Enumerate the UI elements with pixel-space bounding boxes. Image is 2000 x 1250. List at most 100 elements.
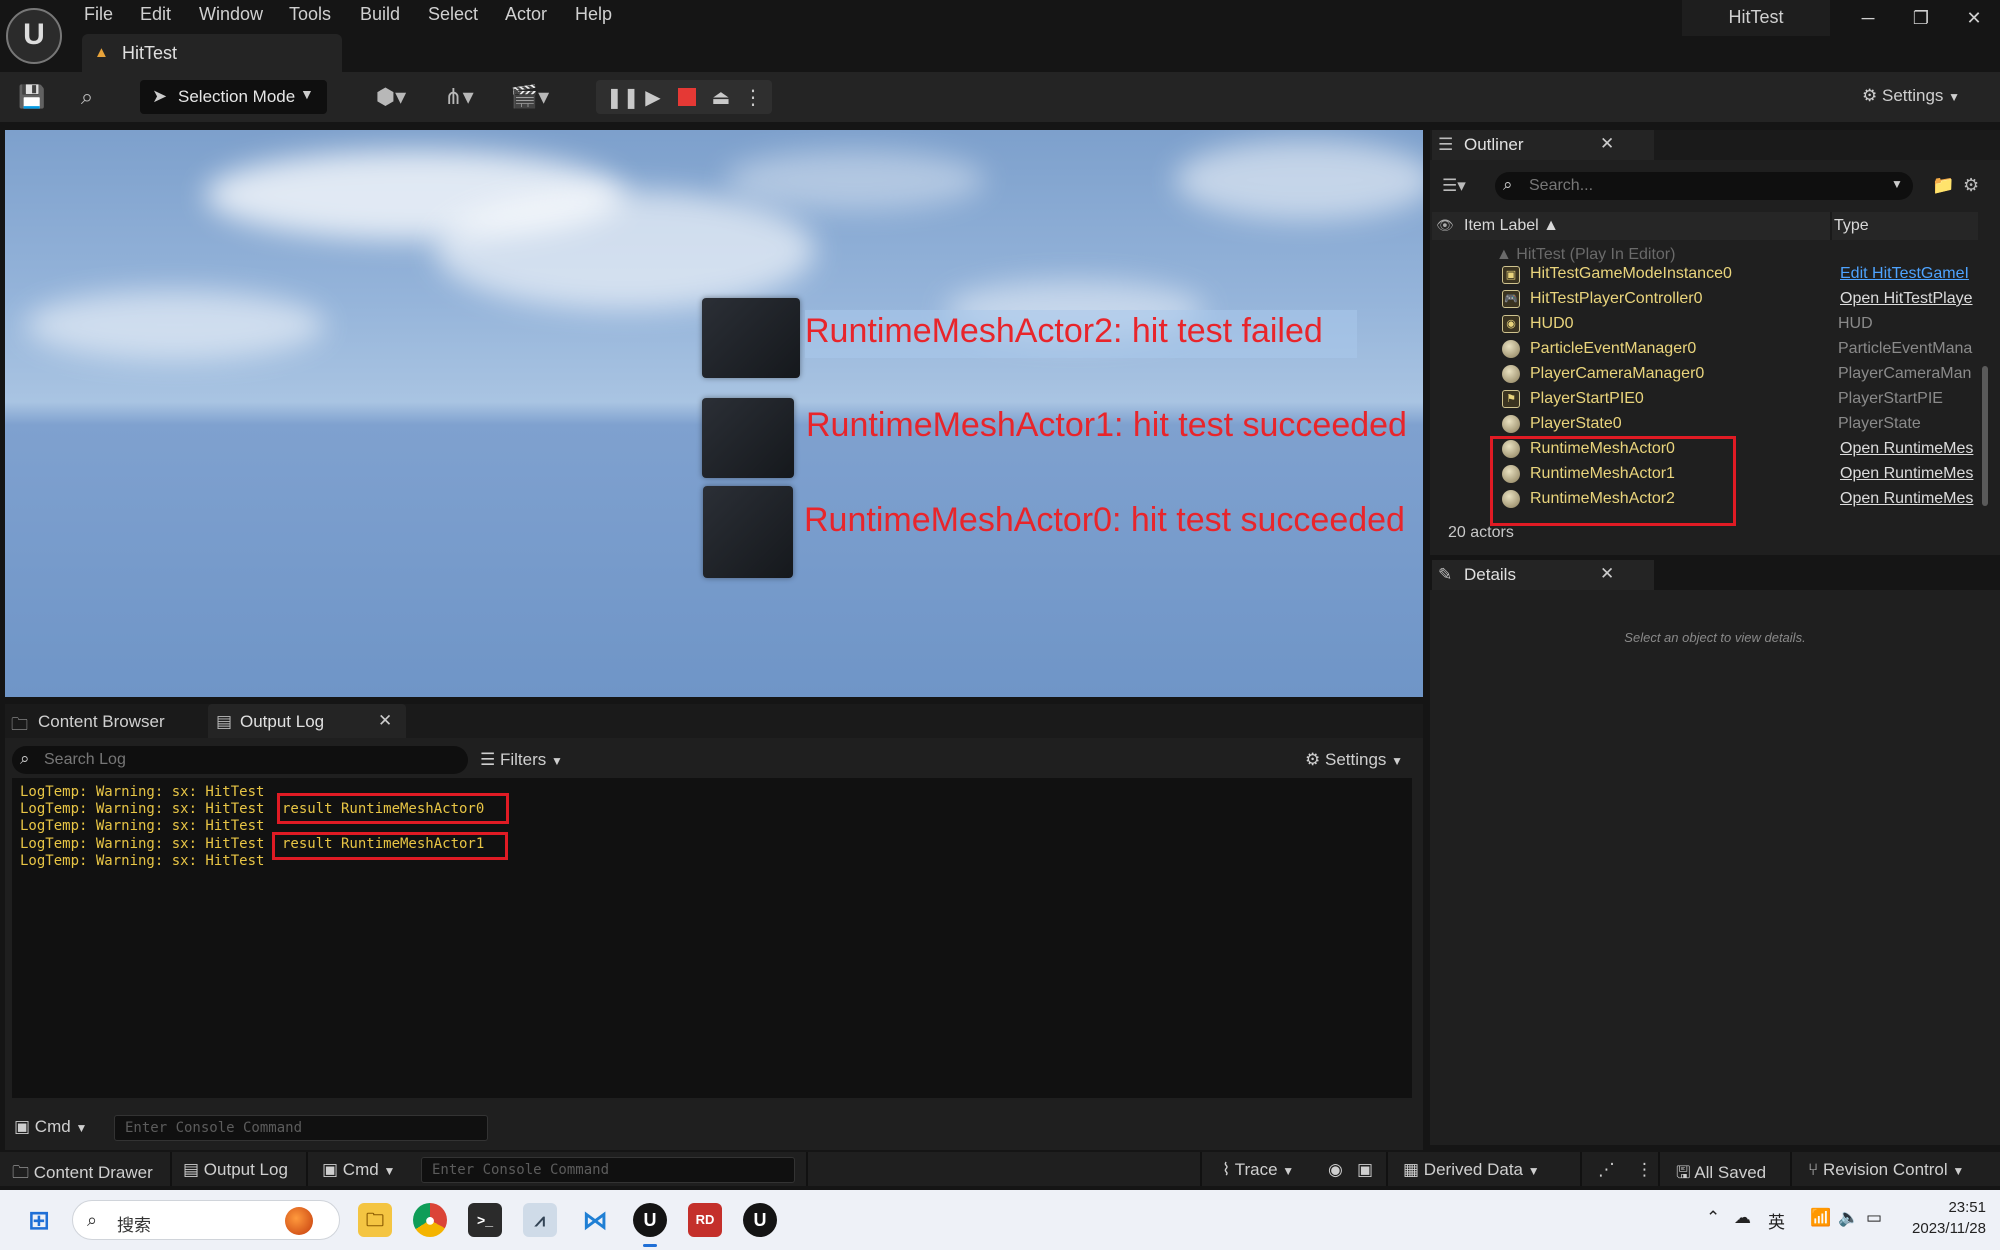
- clock-date[interactable]: 2023/11/28: [1886, 1220, 1986, 1237]
- runtime-mesh-cube-1[interactable]: [702, 398, 794, 478]
- selection-mode-dropdown[interactable]: ➤ Selection Mode ▼: [140, 80, 327, 114]
- add-folder-icon[interactable]: 📁: [1932, 175, 1954, 196]
- menu-build[interactable]: Build: [360, 4, 400, 26]
- runtime-mesh-cube-2[interactable]: [702, 298, 800, 378]
- vscode-icon[interactable]: ⋈: [578, 1203, 612, 1237]
- screenshot-icon[interactable]: ▣: [1357, 1160, 1373, 1180]
- clock-time[interactable]: 23:51: [1906, 1199, 1986, 1216]
- trace-dropdown[interactable]: ⌇ Trace ▼: [1222, 1160, 1294, 1180]
- log-settings-dropdown[interactable]: ⚙ Settings ▼: [1305, 750, 1403, 770]
- chevron-down-icon: ▼: [1891, 177, 1903, 191]
- type-link[interactable]: Open RuntimeMes: [1840, 490, 1973, 508]
- list-item[interactable]: ParticleEventManager0: [1530, 340, 1696, 358]
- tab-content-browser[interactable]: 🗀 Content Browser: [5, 704, 205, 738]
- volume-icon[interactable]: 🔈: [1838, 1208, 1859, 1228]
- type-link[interactable]: Edit HitTestGameI: [1840, 265, 1969, 283]
- menu-actor[interactable]: Actor: [505, 4, 547, 26]
- menu-file[interactable]: File: [84, 4, 113, 26]
- content-drawer-button[interactable]: 🗀 Content Drawer: [12, 1160, 153, 1189]
- outliner-scrollbar[interactable]: [1982, 366, 1988, 506]
- trace-label: Trace: [1234, 1160, 1278, 1179]
- blueprint-icon[interactable]: ⋔▾: [434, 84, 484, 110]
- save-icon[interactable]: 💾: [18, 84, 45, 110]
- battery-icon[interactable]: ▭: [1866, 1208, 1882, 1228]
- stop-icon[interactable]: [678, 88, 696, 106]
- file-explorer-icon[interactable]: 🗀: [358, 1203, 392, 1237]
- list-item[interactable]: PlayerState0: [1530, 415, 1622, 433]
- derived-data-dropdown[interactable]: ▦ Derived Data ▼: [1403, 1160, 1540, 1180]
- divider: [1790, 1152, 1792, 1186]
- unreal-logo-icon[interactable]: U: [6, 8, 62, 64]
- close-window-icon[interactable]: ✕: [1956, 8, 1992, 36]
- gear-icon[interactable]: ⚙: [1963, 175, 1979, 196]
- output-log-button[interactable]: ▤ Output Log: [183, 1160, 288, 1180]
- toolbar-settings-button[interactable]: ⚙ Settings ▼: [1862, 86, 1960, 106]
- all-saved-label: All Saved: [1694, 1163, 1767, 1182]
- unreal-launcher-icon[interactable]: U: [743, 1203, 777, 1237]
- divider: [1580, 1152, 1582, 1186]
- restore-icon[interactable]: ❐: [1903, 8, 1939, 36]
- close-tab-icon[interactable]: ✕: [378, 711, 392, 731]
- pause-icon[interactable]: ❚❚: [606, 85, 640, 109]
- menu-tools[interactable]: Tools: [289, 4, 331, 26]
- ime-indicator[interactable]: 英: [1768, 1208, 1785, 1233]
- step-icon[interactable]: ▶: [640, 85, 666, 109]
- type-link[interactable]: Open RuntimeMes: [1840, 465, 1973, 483]
- rider-icon[interactable]: RD: [688, 1203, 722, 1237]
- cloud-icon[interactable]: ☁: [1734, 1208, 1751, 1228]
- terminal-icon[interactable]: >_: [468, 1203, 502, 1237]
- menu-window[interactable]: Window: [199, 4, 263, 26]
- revision-control-dropdown[interactable]: ⑂ Revision Control ▼: [1808, 1160, 1964, 1180]
- eye-icon[interactable]: 👁: [1436, 217, 1454, 234]
- annotation-box-log-result0: [277, 793, 509, 824]
- taskbar-search[interactable]: ⌕ 搜索: [72, 1200, 340, 1240]
- menu-help[interactable]: Help: [575, 4, 612, 26]
- status-console-placeholder: Enter Console Command: [432, 1162, 610, 1178]
- chrome-icon[interactable]: ●: [413, 1203, 447, 1237]
- world-row[interactable]: ▲ HitTest (Play In Editor): [1496, 246, 1675, 264]
- browse-icon[interactable]: ⌕: [74, 84, 100, 110]
- type-link[interactable]: Open RuntimeMes: [1840, 440, 1973, 458]
- menu-edit[interactable]: Edit: [140, 4, 171, 26]
- list-item[interactable]: HUD0: [1530, 315, 1574, 333]
- filter-icon[interactable]: ☰▾: [1442, 176, 1466, 196]
- list-item[interactable]: PlayerCameraManager0: [1530, 365, 1704, 383]
- column-divider[interactable]: [1830, 212, 1832, 240]
- more-options-icon[interactable]: ⋮: [740, 85, 766, 109]
- menu-select[interactable]: Select: [428, 4, 478, 26]
- all-saved-button[interactable]: 🖫 All Saved: [1676, 1160, 1766, 1189]
- source-control-icon[interactable]: ⋰: [1598, 1160, 1615, 1180]
- runtime-mesh-cube-0[interactable]: [703, 486, 793, 578]
- list-item[interactable]: HitTestGameModeInstance0: [1530, 265, 1732, 283]
- level-document-tab[interactable]: ▲ HitTest: [82, 34, 342, 72]
- cinematics-icon[interactable]: 🎬▾: [505, 84, 555, 110]
- level-viewport[interactable]: RuntimeMeshActor2: hit test failed Runti…: [5, 130, 1423, 697]
- tab-outliner[interactable]: ☰ Outliner ✕: [1432, 130, 1654, 160]
- close-tab-icon[interactable]: ✕: [1600, 564, 1614, 584]
- type-link[interactable]: Open HitTestPlaye: [1840, 290, 1973, 308]
- status-cmd-dropdown[interactable]: ▣ Cmd ▼: [322, 1160, 395, 1180]
- more-options-icon[interactable]: ⋮: [1636, 1160, 1653, 1180]
- windows-start-icon[interactable]: ⊞: [22, 1203, 56, 1237]
- close-tab-icon[interactable]: ✕: [1600, 134, 1614, 154]
- minimize-icon[interactable]: ─: [1850, 8, 1886, 36]
- outliner-search-input[interactable]: ⌕ Search... ▼: [1495, 172, 1913, 200]
- column-type[interactable]: Type: [1834, 217, 1869, 235]
- filters-dropdown[interactable]: ☰ Filters ▼: [480, 750, 563, 770]
- wifi-icon[interactable]: 📶: [1810, 1208, 1831, 1228]
- unreal-editor-icon[interactable]: U: [633, 1203, 667, 1237]
- eject-icon[interactable]: ⏏: [708, 85, 734, 109]
- list-item[interactable]: PlayerStartPIE0: [1530, 390, 1644, 408]
- record-icon[interactable]: ◉: [1328, 1160, 1343, 1180]
- cmd-dropdown[interactable]: ▣ Cmd ▼: [14, 1117, 87, 1137]
- log-search-input[interactable]: ⌕ Search Log: [12, 746, 468, 774]
- add-actor-icon[interactable]: ⬢▾: [366, 84, 416, 110]
- tab-details[interactable]: ✎ Details ✕: [1432, 560, 1654, 590]
- task-manager-icon[interactable]: ⩘: [523, 1203, 557, 1237]
- list-item[interactable]: HitTestPlayerController0: [1530, 290, 1703, 308]
- console-command-input[interactable]: Enter Console Command: [114, 1115, 488, 1141]
- status-console-input[interactable]: Enter Console Command: [421, 1157, 795, 1183]
- column-item-label[interactable]: Item Label ▲: [1464, 217, 1559, 235]
- tab-output-log[interactable]: ▤ Output Log ✕: [208, 704, 406, 738]
- chevron-up-icon[interactable]: ⌃: [1706, 1208, 1720, 1228]
